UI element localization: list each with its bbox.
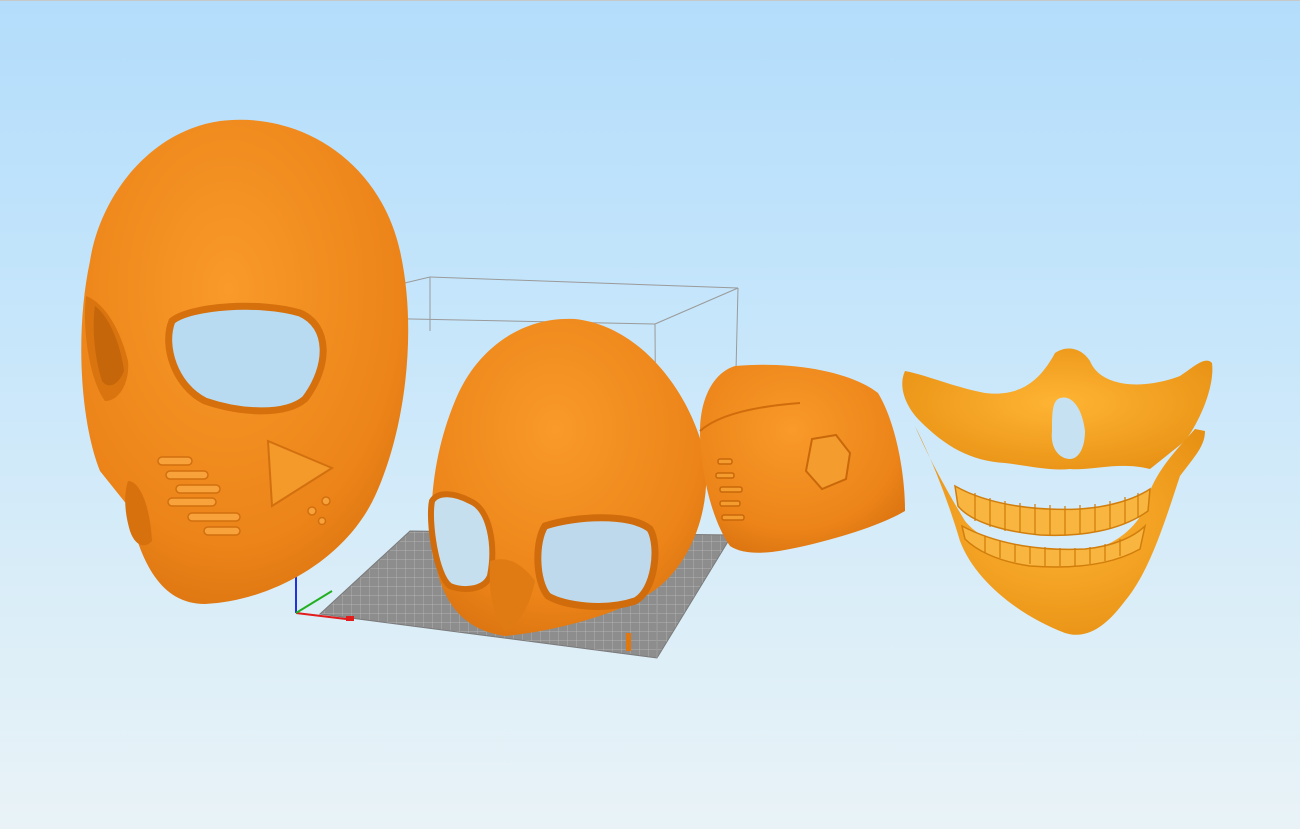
support-piece xyxy=(626,633,631,651)
3d-viewport[interactable] xyxy=(0,0,1300,829)
skull-jaw-mask[interactable] xyxy=(902,348,1213,635)
scene-canvas[interactable] xyxy=(0,1,1300,830)
rear-head-piece[interactable] xyxy=(699,364,905,553)
full-face-mask[interactable] xyxy=(81,119,409,605)
